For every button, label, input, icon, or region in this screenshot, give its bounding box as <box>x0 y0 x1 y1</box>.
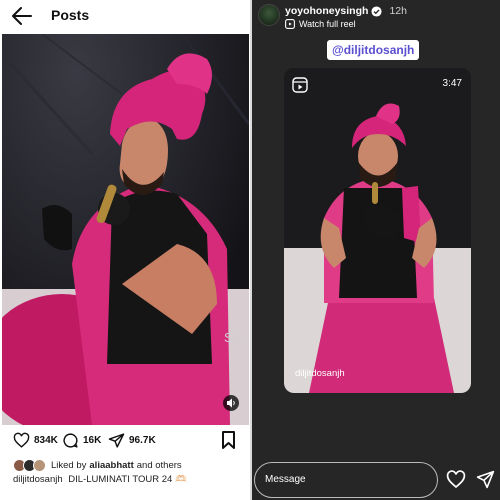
verified-icon <box>371 5 382 17</box>
mute-icon[interactable] <box>223 395 239 411</box>
liked-by-prefix: Liked by <box>51 459 87 471</box>
story-panel: yoyohoneysingh 12h Watch full reel @dilj… <box>252 0 500 500</box>
message-input[interactable]: Message <box>254 462 438 498</box>
avatar[interactable] <box>258 4 280 26</box>
liked-by-user[interactable]: aliaabhatt <box>89 460 133 471</box>
heart-icon[interactable] <box>13 432 30 449</box>
post-video[interactable]: SU <box>2 34 249 425</box>
comment-icon[interactable] <box>62 432 79 449</box>
back-arrow-icon[interactable] <box>12 7 32 25</box>
post-panel: Posts SU 834K 16K 96.7K Liked by aliaabh… <box>0 0 250 500</box>
post-header: Posts <box>0 0 250 32</box>
post-actions: 834K 16K 96.7K <box>0 430 250 450</box>
reel-thumbnail <box>284 68 471 393</box>
mention-sticker[interactable]: @diljitdosanjh <box>327 40 420 60</box>
svg-text:SU: SU <box>224 330 242 345</box>
story-time: 12h <box>389 5 407 17</box>
send-icon[interactable] <box>476 470 495 489</box>
reel-icon <box>285 19 295 29</box>
story-username[interactable]: yoyohoneysingh <box>285 5 368 17</box>
post-caption: diljitdosanjh DIL-LUMINATI TOUR 24 🫶🏻 <box>13 474 187 485</box>
avatar <box>33 458 46 472</box>
performer-photo: SU <box>2 34 249 425</box>
bookmark-icon[interactable] <box>221 431 236 449</box>
comment-count: 16K <box>83 434 102 446</box>
like-count: 834K <box>34 434 58 446</box>
reel-username: diljitdosanjh <box>295 368 345 379</box>
reel-icon <box>292 77 308 93</box>
watch-full-reel-label: Watch full reel <box>299 19 356 29</box>
caption-username[interactable]: diljitdosanjh <box>13 474 63 485</box>
share-count: 96.7K <box>129 434 156 446</box>
liked-by-row[interactable]: Liked by aliaabhatt and others <box>13 458 182 472</box>
comment-action[interactable]: 16K <box>62 430 101 450</box>
caption-emoji: 🫶🏻 <box>174 474 187 485</box>
heart-icon[interactable] <box>446 470 466 489</box>
reel-duration: 3:47 <box>442 78 462 89</box>
watch-full-reel-link[interactable]: Watch full reel <box>285 19 356 29</box>
story-user-row: yoyohoneysingh 12h <box>285 5 407 17</box>
like-action[interactable]: 834K <box>13 430 58 450</box>
story-header: yoyohoneysingh 12h Watch full reel <box>252 0 500 40</box>
page-title: Posts <box>51 7 90 23</box>
liker-avatars <box>13 458 47 472</box>
share-action[interactable]: 96.7K <box>108 430 156 450</box>
liked-by-suffix: and others <box>136 459 182 471</box>
share-icon[interactable] <box>108 432 125 449</box>
reel-preview-card[interactable]: 3:47 diljitdosanjh <box>284 68 471 393</box>
caption-text: DIL-LUMINATI TOUR 24 <box>68 474 173 485</box>
